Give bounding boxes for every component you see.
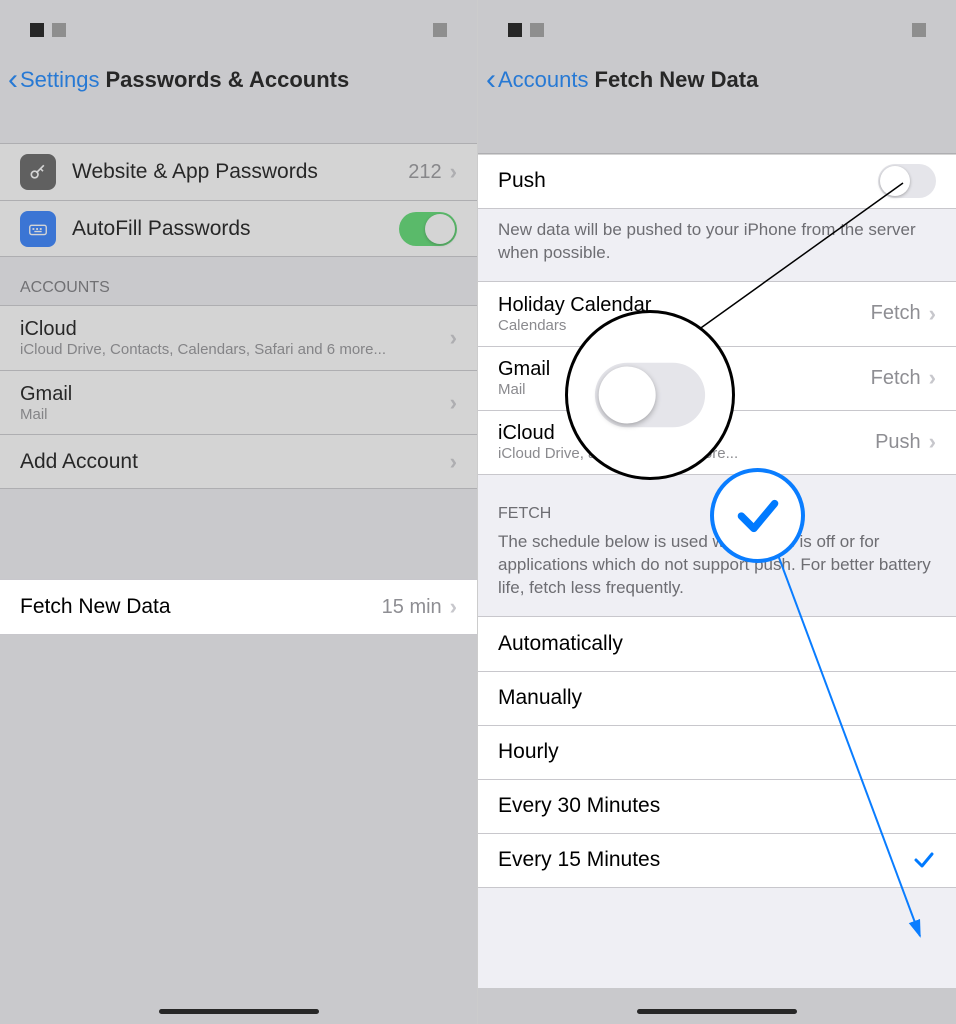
back-button[interactable]: ‹ Settings (8, 65, 100, 95)
row-value: Fetch (871, 367, 921, 390)
push-row[interactable]: Push (478, 154, 956, 208)
row-value: 212 (408, 161, 441, 184)
row-sublabel: iCloud Drive, Contacts, Calendars, Safar… (20, 341, 450, 358)
row-label: Add Account (20, 450, 450, 474)
fetch-option-manually[interactable]: Manually (478, 671, 956, 725)
row-label: Fetch New Data (20, 595, 382, 619)
account-holiday-row[interactable]: Holiday Calendar Calendars Fetch › (478, 282, 956, 346)
chevron-right-icon: › (450, 390, 457, 416)
back-label: Settings (20, 67, 100, 93)
home-indicator (637, 1009, 797, 1014)
nav-bar: ‹ Accounts Fetch New Data (478, 55, 956, 109)
key-icon (20, 154, 56, 190)
chevron-right-icon: › (929, 301, 936, 327)
autofill-passwords-row[interactable]: AutoFill Passwords (0, 200, 477, 256)
row-label: AutoFill Passwords (72, 217, 399, 241)
fetch-new-data-row[interactable]: Fetch New Data 15 min › (0, 580, 477, 634)
fetch-option-30min[interactable]: Every 30 Minutes (478, 779, 956, 833)
back-label: Accounts (498, 67, 589, 93)
push-switch[interactable] (878, 164, 936, 198)
fetch-option-15min[interactable]: Every 15 Minutes (478, 833, 956, 887)
autofill-switch[interactable] (399, 212, 457, 246)
fetch-option-hourly[interactable]: Hourly (478, 725, 956, 779)
row-value: 15 min (382, 596, 442, 619)
row-label: iCloud (20, 318, 450, 341)
row-label: Website & App Passwords (72, 160, 408, 184)
home-indicator (159, 1009, 319, 1014)
left-screenshot: ‹ Settings Passwords & Accounts Website … (0, 0, 478, 1024)
keyboard-icon (20, 211, 56, 247)
chevron-right-icon: › (450, 159, 457, 185)
row-value: Push (875, 431, 921, 454)
website-app-passwords-row[interactable]: Website & App Passwords 212 › (0, 144, 477, 200)
row-label: Holiday Calendar (498, 294, 871, 317)
account-gmail-row[interactable]: Gmail Mail › (0, 370, 477, 434)
push-footer: New data will be pushed to your iPhone f… (478, 209, 956, 281)
magnified-checkmark (710, 468, 805, 563)
status-bar (0, 0, 477, 55)
page-title: Fetch New Data (595, 67, 759, 93)
push-switch-enlarged (595, 363, 705, 428)
chevron-right-icon: › (929, 429, 936, 455)
checkmark-icon (912, 848, 936, 872)
fetch-option-automatically[interactable]: Automatically (478, 617, 956, 671)
account-icloud-row[interactable]: iCloud iCloud Drive, Contacts, Calendars… (0, 306, 477, 370)
row-label: Push (498, 169, 878, 193)
chevron-right-icon: › (450, 325, 457, 351)
magnified-push-switch (565, 310, 735, 480)
chevron-right-icon: › (929, 365, 936, 391)
chevron-right-icon: › (450, 594, 457, 620)
page-title: Passwords & Accounts (106, 67, 350, 93)
fetch-new-data-row-highlight: Fetch New Data 15 min › (0, 580, 477, 634)
back-button[interactable]: ‹ Accounts (486, 65, 589, 95)
fetch-footer: The schedule below is used when push is … (478, 531, 956, 616)
chevron-left-icon: ‹ (8, 65, 18, 95)
chevron-left-icon: ‹ (486, 65, 496, 95)
row-label: Gmail (20, 383, 450, 406)
chevron-right-icon: › (450, 449, 457, 475)
status-bar (478, 0, 956, 55)
accounts-header: ACCOUNTS (0, 257, 477, 305)
row-sublabel: Mail (20, 406, 450, 423)
checkmark-icon (733, 491, 783, 541)
nav-bar: ‹ Settings Passwords & Accounts (0, 55, 477, 109)
row-value: Fetch (871, 302, 921, 325)
add-account-row[interactable]: Add Account › (0, 434, 477, 488)
